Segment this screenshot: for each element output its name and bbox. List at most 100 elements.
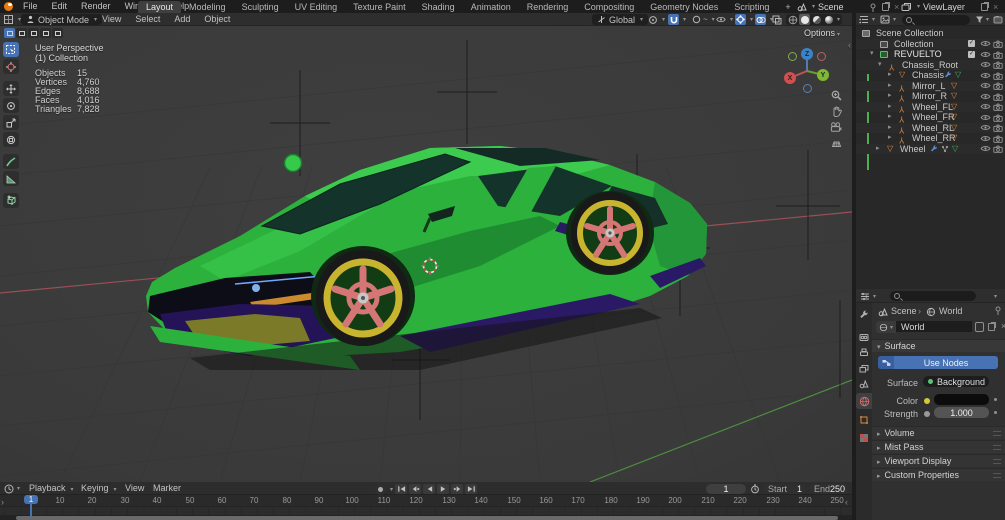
falloff-curve-icon[interactable]: ~ <box>703 15 708 24</box>
prev-keyframe-button[interactable] <box>409 484 422 494</box>
zoom-tool-icon[interactable] <box>828 88 844 102</box>
expand-arrow-icon[interactable]: ▸ <box>888 123 892 134</box>
axis-x-ball[interactable]: X <box>784 72 796 84</box>
select-mode-set[interactable] <box>4 28 15 38</box>
add-workspace-button[interactable]: + <box>777 1 798 13</box>
select-mode-subtract[interactable] <box>28 28 39 38</box>
modifier-wrench-icon[interactable] <box>944 71 952 79</box>
copy-icon[interactable] <box>882 3 889 11</box>
shading-wireframe-icon[interactable] <box>788 15 798 25</box>
exclude-checkbox[interactable]: ✓ <box>968 50 975 58</box>
tool-scale[interactable] <box>3 115 19 130</box>
mesh-data-icon[interactable]: ▽ <box>955 70 961 81</box>
geometry-nodes-icon[interactable] <box>941 145 949 153</box>
outliner-row-wheel-fl[interactable]: ▸ Y Wheel_FL ▽ <box>856 101 1005 113</box>
timeline-editor-type-icon[interactable] <box>4 484 14 494</box>
properties-search-input[interactable] <box>890 291 976 301</box>
animate-dot[interactable] <box>994 411 997 414</box>
outliner-row-chassis[interactable]: ▸ ▽ Chassis ▽ <box>856 70 1005 81</box>
disable-render-camera-icon[interactable] <box>993 72 1003 80</box>
expand-arrow-icon[interactable]: ▾ <box>870 49 874 60</box>
animate-dot[interactable] <box>994 398 997 401</box>
workspace-tab-uvediting[interactable]: UV Editing <box>287 1 346 13</box>
snap-magnet-icon[interactable] <box>668 14 679 25</box>
jump-to-start-button[interactable] <box>395 484 408 494</box>
timeline-track[interactable] <box>0 506 852 515</box>
outliner-row-mirror-r[interactable]: ▸ Y Mirror_R ▽ <box>856 91 1005 103</box>
workspace-tab-rendering[interactable]: Rendering <box>519 1 577 13</box>
copy-icon[interactable] <box>988 323 995 331</box>
current-frame-field[interactable]: 1 <box>706 483 746 494</box>
editor-divider[interactable] <box>852 13 856 520</box>
breadcrumb-scene[interactable]: Scene <box>891 306 917 316</box>
menu-render[interactable]: Render <box>74 0 118 13</box>
tool-cursor[interactable] <box>3 59 19 74</box>
axis-y-ball[interactable]: Y <box>817 69 829 81</box>
mesh-data-icon[interactable]: ▽ <box>952 144 958 155</box>
menu-edit[interactable]: Edit <box>45 0 75 13</box>
hide-eye-icon[interactable] <box>980 103 991 110</box>
viewport-menu-view[interactable]: View <box>95 13 128 26</box>
properties-editor-type-icon[interactable] <box>860 292 870 301</box>
breadcrumb-world[interactable]: World <box>939 306 962 316</box>
surface-panel-header[interactable]: ▾ Surface <box>872 339 1005 352</box>
disable-render-camera-icon[interactable] <box>993 93 1003 101</box>
select-mode-intersect[interactable] <box>52 28 63 38</box>
shading-dropdown[interactable]: ▾ <box>837 16 840 23</box>
expand-arrow-icon[interactable]: ▸ <box>888 81 892 92</box>
world-name-field[interactable]: World <box>896 321 972 332</box>
copy-icon[interactable] <box>981 3 988 11</box>
timeline-menu-keying[interactable]: Keying ▾ <box>78 482 117 495</box>
tab-texture[interactable] <box>856 430 872 446</box>
playhead-line[interactable] <box>30 504 32 518</box>
outliner-row-scene-collection[interactable]: Scene Collection <box>856 28 1005 39</box>
axis-neg-x-ball[interactable] <box>817 52 826 61</box>
timeline-scrollbar-thumb[interactable] <box>16 515 838 520</box>
unlink-close-icon[interactable]: × <box>1001 321 1005 331</box>
outliner-row-wheel-fr[interactable]: ▸ Y Wheel_FR ▽ <box>856 112 1005 124</box>
workspace-tab-compositing[interactable]: Compositing <box>576 1 642 13</box>
pan-hand-icon[interactable] <box>828 104 844 118</box>
workspace-tab-texturepaint[interactable]: Texture Paint <box>345 1 414 13</box>
tool-add-cube[interactable] <box>3 193 19 208</box>
surface-shader-field[interactable]: Background <box>923 376 989 387</box>
end-frame-field[interactable]: End 250 <box>809 483 849 494</box>
blender-logo-icon[interactable] <box>4 2 13 11</box>
new-collection-button[interactable] <box>993 15 1003 24</box>
show-object-types-icon[interactable] <box>716 15 726 24</box>
tab-output[interactable] <box>856 345 872 361</box>
outliner-row-mirror-l[interactable]: ▸ Y Mirror_L ▽ <box>856 80 1005 92</box>
timeline-menu-playback[interactable]: Playback ▾ <box>26 482 74 495</box>
expand-arrow-icon[interactable]: ▸ <box>888 133 892 144</box>
menu-file[interactable]: File <box>16 0 45 13</box>
tab-object[interactable] <box>856 412 872 428</box>
outliner-row-revuelto[interactable]: ▾ REVUELTO ✓ <box>856 49 1005 60</box>
expand-arrow-icon[interactable]: ▸ <box>888 102 892 113</box>
hide-eye-icon[interactable] <box>980 61 991 68</box>
tab-scene[interactable] <box>856 376 872 392</box>
stopwatch-icon[interactable] <box>750 484 760 494</box>
hide-eye-icon[interactable] <box>980 72 991 79</box>
select-mode-invert[interactable] <box>40 28 51 38</box>
overlays-toggle-icon[interactable] <box>755 14 767 25</box>
outliner-filter-id-icon[interactable] <box>880 15 890 24</box>
workspace-tab-modeling[interactable]: Modeling <box>181 1 234 13</box>
keying-dropdown[interactable]: ▾ <box>390 486 393 493</box>
gizmos-toggle-icon[interactable] <box>735 14 747 25</box>
workspace-tab-sculpting[interactable]: Sculpting <box>234 1 287 13</box>
hide-eye-icon[interactable] <box>980 114 991 121</box>
disable-render-camera-icon[interactable] <box>993 82 1003 90</box>
properties-options-dropdown[interactable]: ▾ <box>994 293 997 300</box>
timeline-scrollbar[interactable] <box>0 515 852 520</box>
workspace-tab-scripting[interactable]: Scripting <box>726 1 777 13</box>
axis-neg-y-ball[interactable] <box>788 52 797 61</box>
world-color-swatch[interactable] <box>934 394 989 405</box>
sidebar-collapse-arrow[interactable]: ‹ <box>848 40 851 50</box>
auto-keying-record-button[interactable] <box>375 483 386 495</box>
strength-slider[interactable]: 1.000 <box>934 407 989 418</box>
tab-world[interactable] <box>856 393 872 409</box>
workspace-tab-shading[interactable]: Shading <box>414 1 463 13</box>
next-keyframe-button[interactable] <box>451 484 464 494</box>
fake-user-shield-icon[interactable] <box>975 322 984 332</box>
hide-eye-icon[interactable] <box>980 135 991 142</box>
